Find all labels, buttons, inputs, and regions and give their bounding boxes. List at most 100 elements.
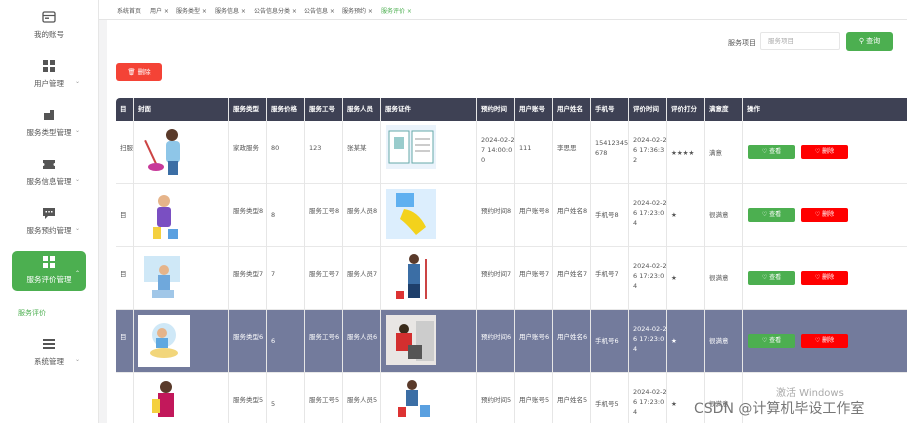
cell-worker-no: 服务工号7: [309, 270, 340, 278]
sidebar-item-booking[interactable]: 服务预约管理 ⌄: [12, 206, 86, 248]
chevron-down-icon: ⌄: [74, 127, 80, 134]
column-divider: [552, 98, 553, 423]
cell-booking-time: 预约时间8: [481, 207, 512, 215]
tag-icon: [44, 110, 54, 120]
cover-image: [138, 315, 190, 367]
cell-booking-time: 预约时间5: [481, 396, 512, 404]
tab-notice[interactable]: 公告信息 ×: [304, 6, 335, 15]
sidebar-subitem-evaluation[interactable]: 服务评价: [18, 308, 46, 318]
column-header: 服务工号: [309, 105, 335, 113]
column-header: 目: [120, 105, 127, 113]
grid-icon: [43, 60, 55, 72]
batch-delete-button[interactable]: 🗑 删除: [116, 63, 162, 81]
view-button[interactable]: ♡ 查看: [748, 208, 795, 222]
column-header: 用户账号: [519, 105, 545, 113]
cell-worker-no: 服务工号5: [309, 396, 340, 404]
cell-worker: 服务人员5: [347, 396, 378, 404]
search-button[interactable]: ⚲ 查询: [846, 32, 893, 51]
column-header: 评价打分: [671, 105, 697, 113]
cell-type: 服务类型5: [233, 396, 264, 404]
column-divider: [228, 98, 229, 423]
ticket-icon: [43, 160, 55, 169]
cell-account: 用户账号7: [519, 270, 550, 278]
view-button[interactable]: ♡ 查看: [748, 271, 795, 285]
cell-score: ★: [671, 337, 677, 345]
column-divider: [133, 98, 134, 423]
view-button[interactable]: ♡ 查看: [748, 334, 795, 348]
grid-icon: [43, 256, 55, 268]
evaluation-table: 目 封面 服务类型 服务价格 服务工号 服务人员 服务证件 预约时间 用户账号 …: [116, 98, 907, 423]
column-header: 服务证件: [385, 105, 411, 113]
search-button-label: 查询: [866, 37, 881, 45]
cell-type: 服务类型7: [233, 270, 264, 278]
column-divider: [704, 98, 705, 423]
csdn-watermark: CSDN @计算机毕设工作室: [694, 401, 865, 417]
cell-type: 家政服务: [233, 144, 259, 152]
cell-name: 李思思: [557, 144, 577, 152]
cell-worker-no: 123: [309, 144, 322, 152]
cell-price: 5: [271, 400, 276, 408]
tab-notice-category[interactable]: 公告信息分类 ×: [254, 6, 297, 15]
delete-button[interactable]: ♡ 删除: [801, 145, 848, 159]
cell-type: 服务类型8: [233, 207, 264, 215]
sidebar-item-evaluation[interactable]: 服务评价管理 ⌃: [12, 251, 86, 291]
batch-delete-label: 删除: [137, 68, 151, 76]
cell-name: 用户姓名8: [557, 207, 588, 215]
cell-phone: 手机号8: [595, 211, 619, 219]
cell-account: 用户账号6: [519, 333, 550, 341]
sidebar-item-account[interactable]: 我的账号: [12, 10, 86, 52]
chevron-down-icon: ⌄: [74, 356, 80, 363]
chevron-down-icon: ⌄: [74, 78, 80, 85]
column-header: 服务类型: [233, 105, 259, 113]
cell-booking-time: 2024-02-27 14:00:00: [481, 136, 515, 164]
tab-service-type[interactable]: 服务类型 ×: [176, 6, 207, 15]
cell-price: 8: [271, 211, 276, 219]
cell-phone: 手机号7: [595, 270, 619, 278]
column-divider: [266, 98, 267, 423]
cell-item: 目: [120, 333, 127, 341]
cell-item: 扫服: [120, 144, 133, 152]
tab-home[interactable]: 系统首页: [117, 6, 141, 15]
cell-phone: 15412345678: [595, 139, 629, 157]
delete-button[interactable]: ♡ 删除: [801, 271, 848, 285]
cell-account: 111: [519, 144, 532, 152]
cell-phone: 手机号6: [595, 337, 619, 345]
delete-button[interactable]: ♡ 删除: [801, 208, 848, 222]
sidebar: 我的账号 用户管理 ⌄ 服务类型管理 ⌄ 服务信息管理 ⌄ 服务预约管理 ⌄ 服…: [0, 0, 99, 423]
sidebar-item-system[interactable]: 系统管理 ⌄: [12, 337, 86, 379]
column-header: 预约时间: [481, 105, 507, 113]
search-input[interactable]: 服务项目: [760, 32, 840, 50]
cell-worker: 服务人员6: [347, 333, 378, 341]
table-row[interactable]: 扫服 家政服务 80 123 张某某 2024-02-27 14:00:00 1…: [116, 121, 907, 184]
view-label: 查看: [769, 337, 782, 344]
cell-booking-time: 预约时间6: [481, 333, 512, 341]
view-button[interactable]: ♡ 查看: [748, 145, 795, 159]
cell-price: 80: [271, 144, 280, 152]
table-row[interactable]: 目 服务类型8 8 服务工号8 服务人员8 预约时间8 用户账号8 用户姓名8 …: [116, 184, 907, 247]
cell-type: 服务类型6: [233, 333, 264, 341]
cover-image: [138, 377, 190, 423]
delete-label: 删除: [822, 337, 835, 344]
search-label: 服务项目: [728, 39, 756, 47]
table-row[interactable]: 目 服务类型7 7 服务工号7 服务人员7 预约时间7 用户账号7 用户姓名7 …: [116, 247, 907, 310]
cover-image: [138, 189, 190, 241]
cell-price: 6: [271, 337, 276, 345]
tab-users[interactable]: 用户 ×: [150, 6, 169, 15]
table-row[interactable]: 目 服务类型6 6 服务工号6 服务人员6 预约时间6 用户账号6 用户姓名6 …: [116, 310, 907, 373]
sidebar-item-service-type[interactable]: 服务类型管理 ⌄: [12, 108, 86, 150]
tab-service-info[interactable]: 服务信息 ×: [215, 6, 246, 15]
column-header: 评价时间: [633, 105, 659, 113]
certificate-image: [386, 125, 436, 169]
column-divider: [666, 98, 667, 423]
main-panel: 服务项目 服务项目 ⚲ 查询 🗑 删除 目 封面 服务类型 服务价格 服务工号 …: [107, 20, 907, 423]
column-header: 服务人员: [347, 105, 373, 113]
tab-booking[interactable]: 服务预约 ×: [342, 6, 373, 15]
chat-icon: [43, 208, 55, 219]
sidebar-item-service-info[interactable]: 服务信息管理 ⌄: [12, 157, 86, 199]
sidebar-item-users[interactable]: 用户管理 ⌄: [12, 59, 86, 101]
trash-icon: 🗑: [127, 68, 138, 76]
column-divider: [514, 98, 515, 423]
delete-button[interactable]: ♡ 删除: [801, 334, 848, 348]
tab-evaluation[interactable]: 服务评价 ×: [381, 6, 412, 15]
cell-score: ★: [671, 211, 677, 219]
